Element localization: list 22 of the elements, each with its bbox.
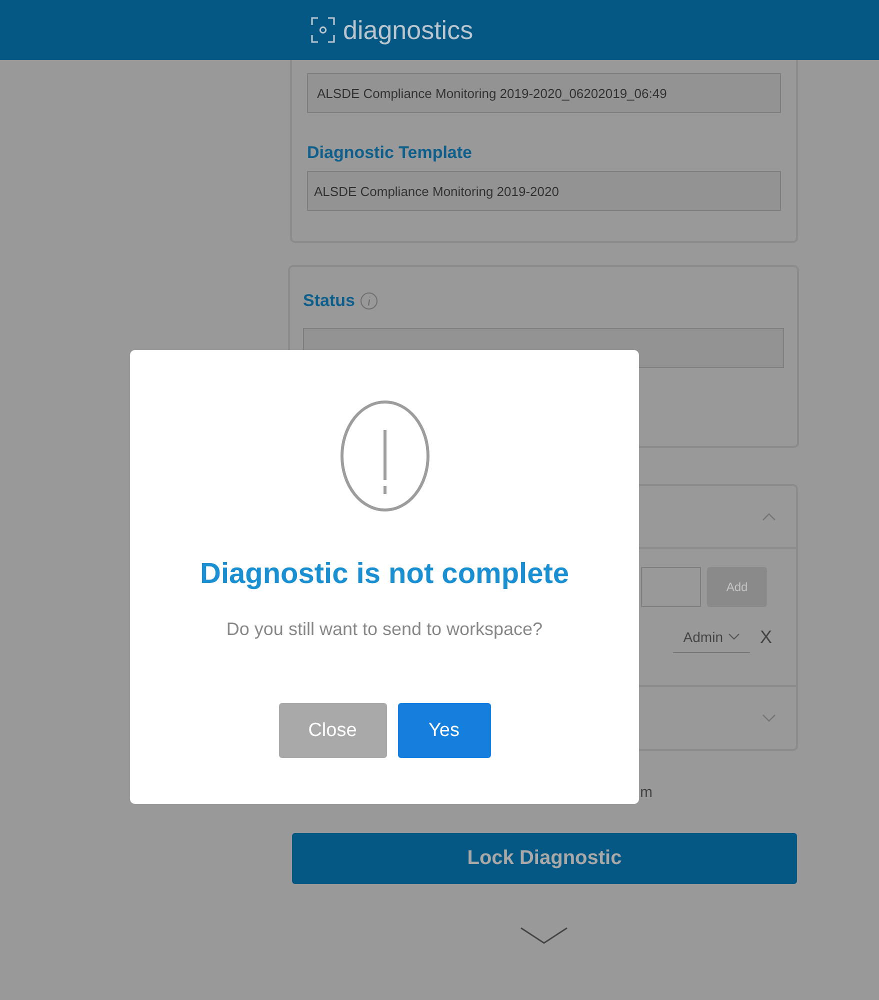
dialog-title: Diagnostic is not complete — [200, 558, 569, 591]
chevron-icon[interactable] — [762, 512, 776, 520]
add-button[interactable]: Add — [707, 567, 767, 607]
app-title: diagnostics — [343, 14, 474, 46]
dialog-message: Do you still want to send to workspace? — [226, 619, 543, 640]
name-field[interactable]: ALSDE Compliance Monitoring 2019-2020_06202019_06:49 — [307, 73, 781, 113]
confirm-button[interactable]: Yes — [398, 703, 490, 758]
close-button[interactable]: Close — [278, 703, 386, 758]
info-icon[interactable] — [360, 292, 378, 310]
lock-button[interactable]: Lock Diagnostic — [292, 833, 797, 884]
role-dropdown[interactable]: Admin — [673, 622, 750, 652]
field-label: Diagnostic Template — [307, 143, 473, 163]
scan-icon — [311, 17, 335, 43]
chevron-down-icon[interactable] — [762, 714, 776, 722]
warning-icon — [340, 400, 430, 512]
caret-icon — [728, 632, 740, 640]
template-field[interactable]: ALSDE Compliance Monitoring 2019-2020 — [307, 171, 781, 211]
input-field[interactable] — [641, 567, 701, 607]
remove-button[interactable]: X — [760, 626, 772, 648]
chevron-down-icon[interactable] — [520, 927, 568, 945]
field-label: Status — [303, 291, 355, 311]
partial-text: m — [640, 784, 652, 800]
